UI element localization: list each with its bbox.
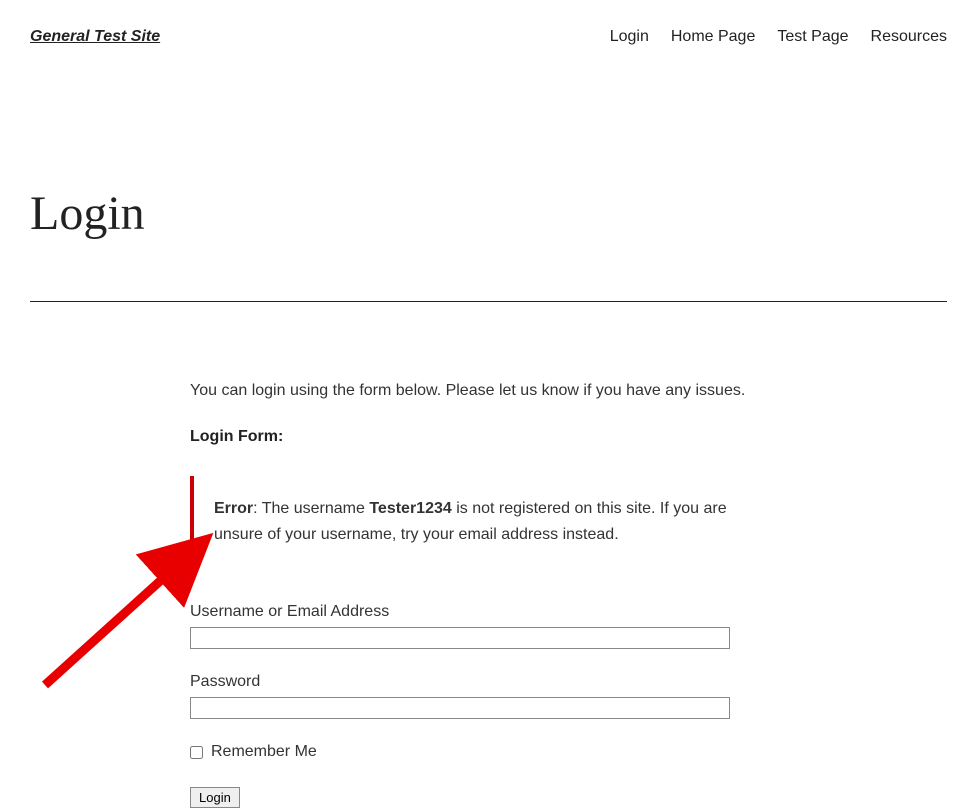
error-box: Error: The username Tester1234 is not re…	[190, 476, 790, 567]
main-nav: Login Home Page Test Page Resources	[610, 28, 947, 46]
login-button[interactable]: Login	[190, 787, 240, 808]
nav-resources[interactable]: Resources	[871, 28, 947, 46]
page-heading: Login	[30, 186, 947, 241]
intro-text: You can login using the form below. Plea…	[190, 382, 790, 400]
username-label: Username or Email Address	[190, 603, 790, 621]
password-input[interactable]	[190, 697, 730, 719]
remember-label: Remember Me	[211, 743, 317, 761]
form-title: Login Form:	[190, 428, 790, 446]
error-username: Tester1234	[369, 500, 451, 517]
error-label: Error	[214, 500, 253, 517]
username-input[interactable]	[190, 627, 730, 649]
remember-me[interactable]: Remember Me	[190, 743, 790, 761]
nav-home[interactable]: Home Page	[671, 28, 756, 46]
password-label: Password	[190, 673, 790, 691]
divider	[30, 301, 947, 302]
error-sep: : The username	[253, 500, 369, 517]
nav-login[interactable]: Login	[610, 28, 649, 46]
nav-test[interactable]: Test Page	[777, 28, 848, 46]
remember-checkbox[interactable]	[190, 746, 203, 759]
site-title-link[interactable]: General Test Site	[30, 28, 160, 46]
topbar: General Test Site Login Home Page Test P…	[30, 0, 947, 46]
